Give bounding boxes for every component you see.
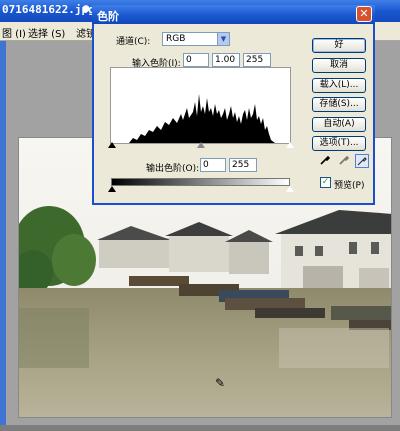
input-gamma-field[interactable]: 1.00 <box>212 53 240 67</box>
menu-image[interactable]: 图 (I) <box>2 25 26 40</box>
output-gradient-bar <box>111 178 290 186</box>
input-black-slider[interactable] <box>108 142 116 148</box>
levels-dialog-title: 色阶 <box>97 10 119 23</box>
close-button[interactable]: ✕ <box>356 6 372 22</box>
output-black-field[interactable]: 0 <box>200 158 226 172</box>
options-button[interactable]: 选项(T)... <box>312 136 366 151</box>
cancel-button[interactable]: 取消 <box>312 58 366 73</box>
channel-select-value: RGB <box>166 34 186 44</box>
document-title: 0716481622.jpg <box>2 3 95 16</box>
input-white-field[interactable]: 255 <box>243 53 271 67</box>
status-dot-icon: ● <box>82 4 90 14</box>
input-gamma-slider[interactable] <box>197 142 205 148</box>
gray-point-eyedropper-icon[interactable] <box>337 154 351 168</box>
save-button[interactable]: 存储(S)... <box>312 97 366 112</box>
output-black-slider[interactable] <box>108 186 116 192</box>
input-white-slider[interactable] <box>286 142 294 148</box>
channel-label: 通道(C): <box>116 37 151 47</box>
window-frame-bottom <box>0 425 400 431</box>
output-white-slider[interactable] <box>286 186 294 192</box>
ok-button[interactable]: 好 <box>312 38 366 53</box>
chevron-down-icon: ▼ <box>217 33 229 45</box>
levels-dialog-title-bar[interactable]: 色阶 ✕ <box>92 5 375 24</box>
black-point-eyedropper-icon[interactable] <box>318 154 332 168</box>
channel-select[interactable]: RGB ▼ <box>162 32 230 46</box>
histogram-bars <box>129 94 275 143</box>
preview-checkbox[interactable]: ✓ <box>320 177 331 188</box>
levels-dialog: 色阶 ✕ 通道(C): RGB ▼ 输入色阶(I): 0 1.00 255 输出… <box>92 5 375 205</box>
menu-select[interactable]: 选择 (S) <box>28 25 65 40</box>
output-levels-label: 输出色阶(O): <box>146 164 200 174</box>
preview-label: 预览(P) <box>334 181 365 191</box>
load-button[interactable]: 载入(L)... <box>312 78 366 93</box>
eyedropper-cursor-icon: ✎ <box>215 376 226 390</box>
input-black-field[interactable]: 0 <box>183 53 209 67</box>
window-frame-left <box>0 41 6 431</box>
auto-button[interactable]: 自动(A) <box>312 117 366 132</box>
output-white-field[interactable]: 255 <box>229 158 257 172</box>
histogram <box>110 67 291 144</box>
white-point-eyedropper-icon[interactable] <box>355 154 369 168</box>
